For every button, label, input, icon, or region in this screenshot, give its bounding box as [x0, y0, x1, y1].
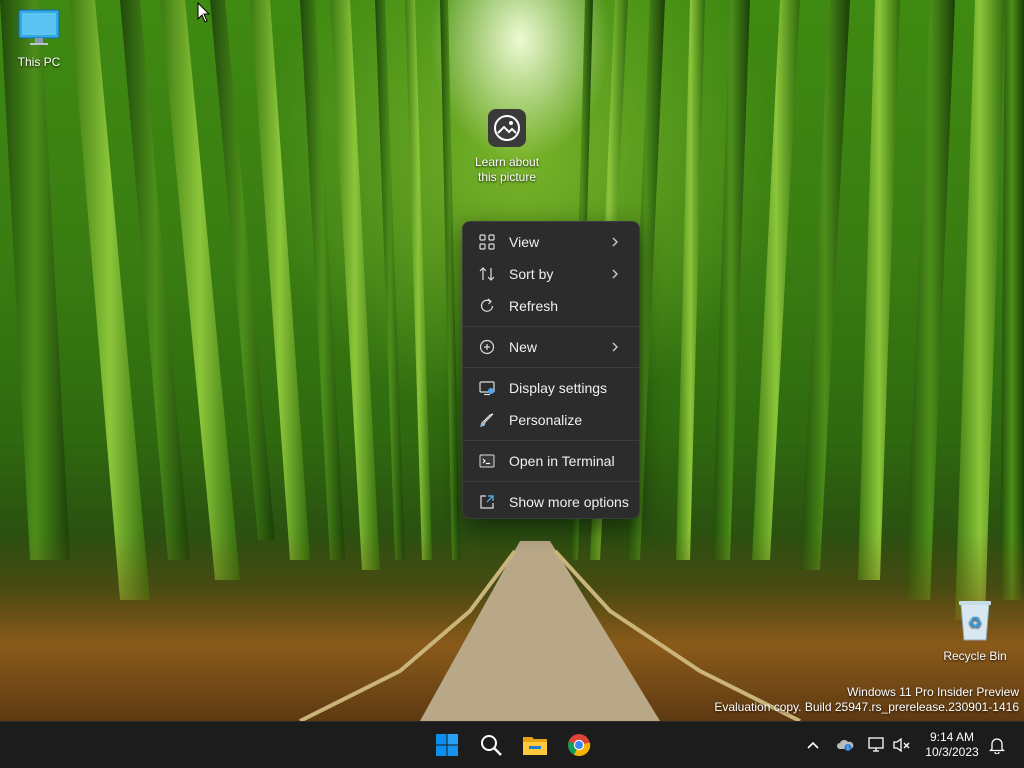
menu-separator: [463, 326, 639, 327]
menu-item-personalize[interactable]: Personalize: [467, 405, 635, 435]
search-icon: [481, 735, 502, 756]
menu-item-label: View: [509, 234, 540, 250]
onedrive-button[interactable]: i: [836, 736, 854, 754]
menu-item-label: Display settings: [509, 380, 608, 396]
menu-item-display-settings[interactable]: Display settings: [467, 373, 635, 403]
mouse-cursor-icon: [197, 2, 211, 23]
menu-item-show-more-options[interactable]: Show more options: [467, 487, 635, 517]
taskbar-clock[interactable]: 9:14 AM 10/3/2023: [920, 730, 984, 760]
menu-item-label: Open in Terminal: [509, 453, 615, 469]
sort-icon: [477, 264, 497, 284]
chevron-right-icon: [612, 342, 618, 352]
file-explorer-button[interactable]: [519, 729, 551, 761]
menu-item-sort-by[interactable]: Sort by: [467, 259, 635, 289]
display-icon: [477, 378, 497, 398]
menu-item-refresh[interactable]: Refresh: [467, 291, 635, 321]
external-icon: [477, 492, 497, 512]
chrome-icon: [568, 734, 591, 757]
start-icon: [436, 734, 458, 756]
brush-icon: [477, 410, 497, 430]
taskbar: i 9:14 AM 10/3/2023: [0, 721, 1024, 768]
camera-location-icon: [488, 109, 526, 147]
menu-item-label: Sort by: [509, 266, 554, 282]
menu-separator: [463, 440, 639, 441]
chevron-right-icon: [612, 269, 618, 279]
desktop-icon-label: Learn about this picture: [474, 155, 540, 184]
watermark-line-2: Evaluation copy. Build 25947.rs_prerelea…: [714, 700, 1019, 714]
recycle-bin-icon: ♻: [959, 601, 991, 641]
desktop-icon-label: Recycle Bin: [943, 649, 1007, 663]
file-explorer-icon: [523, 737, 547, 755]
menu-separator: [463, 367, 639, 368]
watermark-line-1: Windows 11 Pro Insider Preview: [847, 685, 1019, 699]
plus-circle-icon: [477, 337, 497, 357]
start-button[interactable]: [431, 729, 463, 761]
menu-separator: [463, 481, 639, 482]
notifications-button[interactable]: [988, 736, 1006, 754]
desktop-icon-this-pc[interactable]: This PC: [6, 8, 72, 70]
refresh-icon: [477, 296, 497, 316]
menu-item-new[interactable]: New: [467, 332, 635, 362]
clock-time: 9:14 AM: [929, 730, 975, 744]
bell-icon: [989, 738, 1005, 754]
menu-item-open-in-terminal[interactable]: Open in Terminal: [467, 446, 635, 476]
chrome-button[interactable]: [563, 729, 595, 761]
network-button[interactable]: [868, 736, 886, 754]
grid-icon: [477, 232, 497, 252]
search-button[interactable]: [475, 729, 507, 761]
menu-item-label: Show more options: [509, 494, 629, 510]
monitor-icon: [18, 9, 60, 45]
evaluation-watermark: Windows 11 Pro Insider Preview Evaluatio…: [714, 685, 1019, 715]
onedrive-icon: i: [837, 739, 854, 752]
show-hidden-icons-button[interactable]: [804, 736, 822, 754]
svg-text:♻: ♻: [968, 613, 982, 632]
network-icon: [868, 737, 884, 752]
desktop-icon-recycle-bin[interactable]: ♻ Recycle Bin: [942, 598, 1008, 664]
menu-item-view[interactable]: View: [467, 227, 635, 257]
menu-item-label: New: [509, 339, 538, 355]
chevron-right-icon: [612, 237, 618, 247]
desktop-icon-learn-about-picture[interactable]: Learn about this picture: [472, 108, 542, 185]
menu-item-label: Personalize: [509, 412, 583, 428]
volume-button[interactable]: [893, 736, 911, 754]
desktop-context-menu: View Sort by Refresh New Display setting…: [462, 221, 640, 519]
terminal-icon: [477, 451, 497, 471]
menu-item-label: Refresh: [509, 298, 559, 314]
volume-muted-icon: [893, 737, 910, 753]
chevron-up-icon: [807, 741, 819, 749]
clock-date: 10/3/2023: [925, 745, 979, 759]
desktop-icon-label: This PC: [17, 55, 61, 69]
